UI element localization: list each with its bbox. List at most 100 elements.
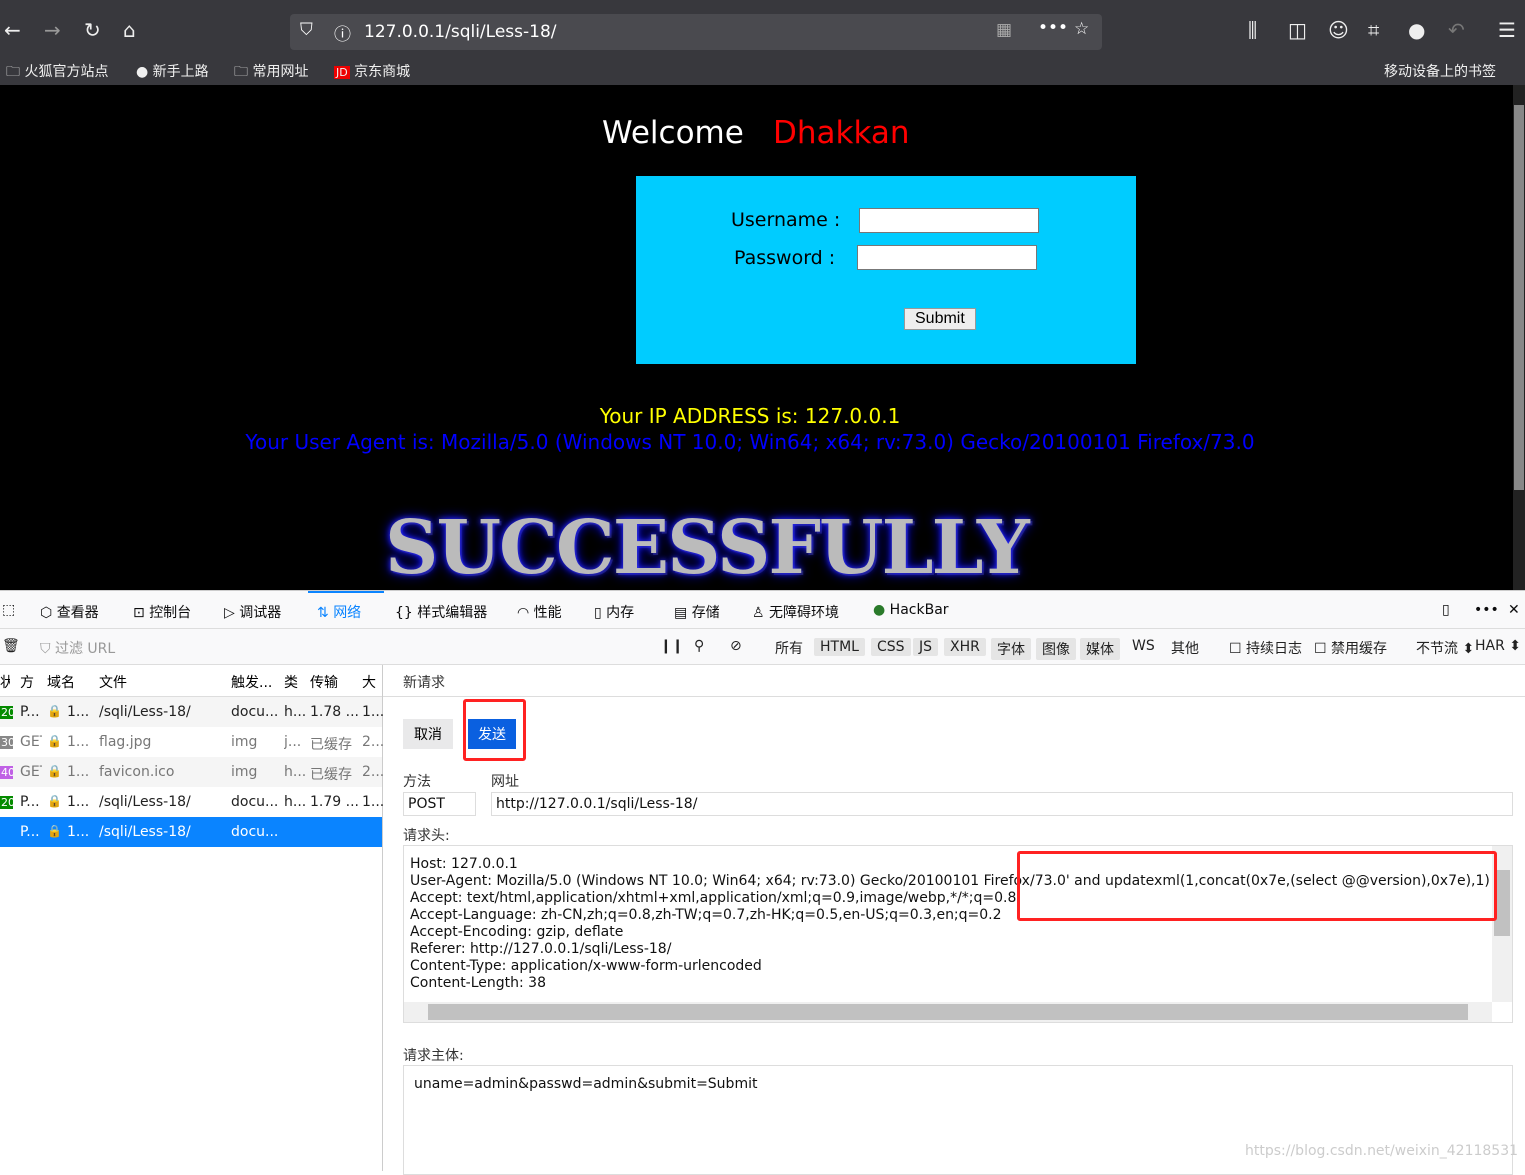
filter-js[interactable]: JS <box>913 638 939 656</box>
qr-icon[interactable]: ▦ <box>996 20 1012 40</box>
table-row[interactable]: P... 🔒 1... /sqli/Less-18/docu... <box>0 817 382 847</box>
user-agent-text: Your User Agent is: Mozilla/5.0 (Windows… <box>245 430 1255 454</box>
cell-transfer: 已缓存 <box>310 737 352 753</box>
username-input[interactable] <box>859 208 1039 233</box>
dhakkan-text: Dhakkan <box>773 115 910 151</box>
tab-network[interactable]: ⇅ 网络 <box>317 602 361 622</box>
home-icon[interactable]: ⌂ <box>123 18 136 42</box>
cell-domain: 1... <box>67 734 90 750</box>
bookmark-item[interactable]: 🗀 常用网址 <box>234 61 308 85</box>
method-input[interactable]: POST <box>403 792 476 816</box>
cell-status: 200 <box>0 796 13 809</box>
dock-icon[interactable]: ▯ <box>1442 602 1450 618</box>
horizontal-scrollbar[interactable] <box>404 1002 1492 1022</box>
tab-storage[interactable]: ▤ 存储 <box>674 602 720 622</box>
menu-icon[interactable]: ☰ <box>1498 18 1516 42</box>
throttle-select[interactable]: 不节流 ⬍ <box>1416 638 1474 658</box>
pause-icon[interactable]: ❙❙ <box>660 638 683 654</box>
filter-ws[interactable]: WS <box>1132 638 1155 654</box>
payload-highlight-box <box>1017 851 1497 921</box>
mobile-bookmarks[interactable]: 移动设备上的书签 <box>1384 61 1496 81</box>
filter-xhr[interactable]: XHR <box>944 638 986 656</box>
cell-status: 404 <box>0 766 13 779</box>
col-type[interactable]: 类 <box>284 672 298 692</box>
tab-accessibility[interactable]: ♙ 无障碍环境 <box>752 602 839 622</box>
star-icon[interactable]: ☆ <box>1074 19 1089 39</box>
col-file[interactable]: 文件 <box>99 672 127 692</box>
filter-all[interactable]: 所有 <box>775 638 803 658</box>
scroll-thumb[interactable] <box>1514 105 1524 490</box>
table-row[interactable]: 304 GET 🔒 1... flag.jpg img j... 已缓存 2... <box>0 727 384 757</box>
bookmark-item[interactable]: 🗀 火狐官方站点 <box>6 61 108 85</box>
search-icon[interactable]: ⚲ <box>694 638 704 654</box>
persist-logs-checkbox[interactable]: ☐ 持续日志 <box>1229 638 1302 658</box>
tab-hackbar[interactable]: ● HackBar <box>873 602 949 618</box>
header-line: Content-Length: 38 <box>410 975 547 991</box>
bookmark-item[interactable]: JD 京东商城 <box>334 61 410 81</box>
success-banner: SUCCESSFULLY <box>385 505 1030 591</box>
cell-file: favicon.ico <box>99 764 175 780</box>
more-icon[interactable]: ••• <box>1038 18 1068 38</box>
tab-inspector[interactable]: ⬡ 查看器 <box>40 602 99 622</box>
body-label: 请求主体: <box>403 1048 464 1064</box>
col-domain[interactable]: 域名 <box>47 672 75 692</box>
filter-url-input[interactable]: ⛉ 过滤 URL <box>40 638 115 658</box>
page-scrollbar[interactable] <box>1513 85 1525 590</box>
lock-icon: 🔒 <box>47 794 62 808</box>
har-menu[interactable]: HAR ⬍ <box>1475 638 1521 654</box>
info-icon[interactable]: ⓘ <box>334 20 351 45</box>
screenshot-icon[interactable]: ⌗ <box>1368 18 1379 42</box>
disable-cache-checkbox[interactable]: ☐ 禁用缓存 <box>1314 638 1387 658</box>
network-toolbar: 🗑 ⛉ 过滤 URL ❙❙ ⚲ ⊘ 所有 HTML CSS JS XHR 字体 … <box>0 629 1525 665</box>
filter-images[interactable]: 图像 <box>1036 638 1076 660</box>
back-icon[interactable]: ← <box>4 18 21 42</box>
filter-media[interactable]: 媒体 <box>1080 638 1120 660</box>
undo-icon[interactable]: ↶ <box>1448 18 1465 42</box>
reload-icon[interactable]: ↻ <box>84 18 101 42</box>
trash-icon[interactable]: 🗑 <box>2 638 20 654</box>
filter-fonts[interactable]: 字体 <box>991 638 1031 660</box>
submit-button[interactable]: Submit <box>904 308 976 330</box>
col-transfer[interactable]: 传输 <box>310 672 338 692</box>
tab-console[interactable]: ⊡ 控制台 <box>133 602 191 622</box>
filter-css[interactable]: CSS <box>871 638 911 656</box>
block-icon[interactable]: ⊘ <box>730 638 742 654</box>
url-bar[interactable]: ⛉ ⓘ 127.0.0.1/sqli/Less-18/ ▦ ••• ☆ <box>290 14 1102 50</box>
cell-type: h... <box>284 764 307 780</box>
more-icon[interactable]: ••• <box>1474 602 1499 618</box>
filter-html[interactable]: HTML <box>814 638 865 656</box>
col-cause[interactable]: 触发... <box>231 672 272 692</box>
cell-cause: img <box>231 764 258 780</box>
cell-size: 1... <box>362 704 385 720</box>
chat-icon[interactable]: ● <box>1408 18 1425 42</box>
col-size[interactable]: 大 <box>362 672 378 692</box>
tab-performance[interactable]: ◠ 性能 <box>517 602 562 622</box>
tab-debugger[interactable]: ▷ 调试器 <box>224 602 281 622</box>
url-input[interactable]: http://127.0.0.1/sqli/Less-18/ <box>491 792 1513 816</box>
forward-icon[interactable]: → <box>44 18 61 42</box>
col-method[interactable]: 方 <box>20 672 36 692</box>
tab-memory[interactable]: ▯ 内存 <box>594 602 634 622</box>
cell-file: /sqli/Less-18/ <box>99 794 191 810</box>
table-row[interactable]: 404 GET 🔒 1... favicon.ico img h...已缓存 2... <box>0 757 384 787</box>
picker-icon[interactable]: ⬚ <box>2 602 15 618</box>
header-line: Host: 127.0.0.1 <box>410 856 518 872</box>
cell-domain: 1... <box>67 704 90 720</box>
url-label: 网址 <box>491 774 519 790</box>
shield-icon[interactable]: ⛉ <box>300 20 313 40</box>
account-icon[interactable]: ☺ <box>1328 18 1349 42</box>
tab-style-editor[interactable]: {} 样式编辑器 <box>395 602 487 622</box>
url-text[interactable]: 127.0.0.1/sqli/Less-18/ <box>364 22 557 42</box>
table-row[interactable]: 200 P... 🔒 1... /sqli/Less-18/docu... h...1.7… <box>0 697 385 727</box>
cancel-button[interactable]: 取消 <box>403 719 453 749</box>
password-input[interactable] <box>857 245 1037 270</box>
library-icon[interactable]: ⫼ <box>1248 18 1257 42</box>
cell-method: P... <box>20 794 40 810</box>
bookmark-item[interactable]: ● 新手上路 <box>136 61 209 81</box>
col-status[interactable]: 状 <box>0 672 10 692</box>
sidebar-icon[interactable]: ◫ <box>1288 18 1307 42</box>
table-row[interactable]: 200 P... 🔒 1... /sqli/Less-18/docu... h...1.7… <box>0 787 384 817</box>
filter-other[interactable]: 其他 <box>1171 638 1199 658</box>
header-line: Content-Type: application/x-www-form-url… <box>410 958 762 974</box>
close-icon[interactable]: ✕ <box>1508 602 1520 618</box>
